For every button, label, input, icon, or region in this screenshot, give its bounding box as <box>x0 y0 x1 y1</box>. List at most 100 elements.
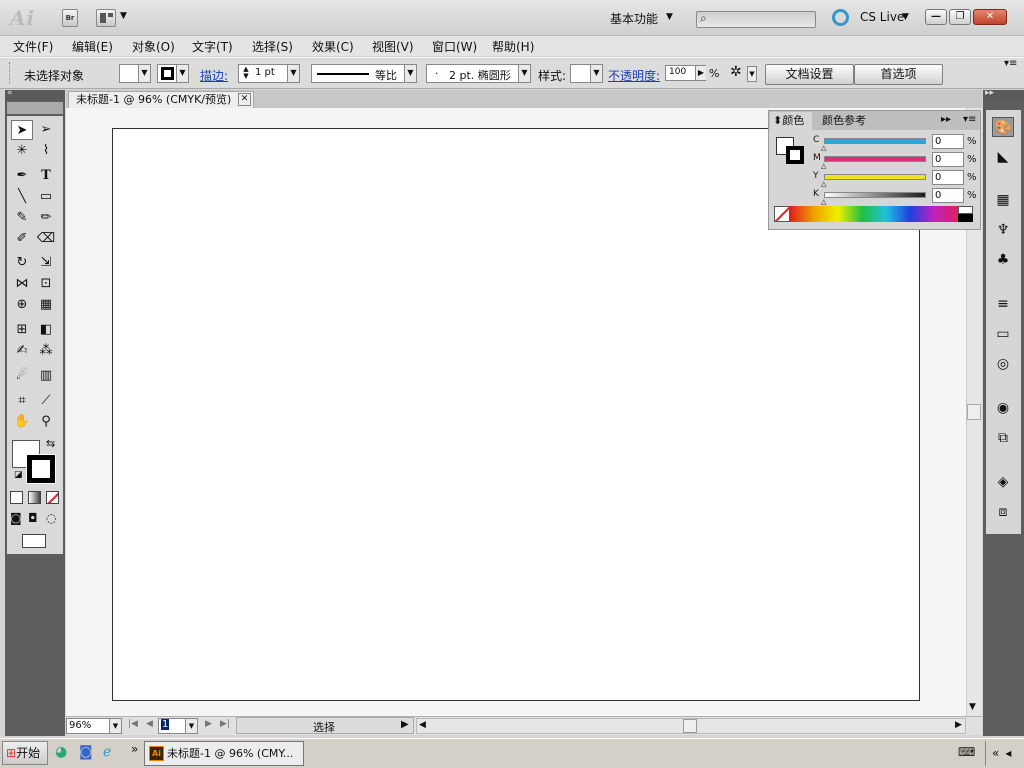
volume-icon[interactable]: ◂ <box>1005 746 1011 760</box>
slider-handle-icon[interactable]: △ <box>821 162 826 170</box>
direct-selection-tool-icon[interactable]: ➢ <box>35 120 57 140</box>
arrange-documents-button[interactable] <box>96 9 116 27</box>
expand-icon[interactable]: ▸▸ <box>985 88 994 98</box>
brush-definition-dropdown[interactable]: · 2 pt. 椭圆形 ▼ <box>426 64 531 83</box>
default-fill-stroke-icon[interactable]: ◪ <box>14 470 23 480</box>
color-mode-icon[interactable] <box>10 491 23 504</box>
menu-view[interactable]: 视图(V) <box>372 38 414 55</box>
free-transform-tool-icon[interactable]: ⊡ <box>35 274 57 294</box>
taskbar-illustrator-item[interactable]: Ai 未标题-1 @ 96% (CMY... <box>144 741 304 766</box>
pencil-tool-icon[interactable]: ✏ <box>35 208 57 228</box>
artboard-navigation-field[interactable]: 1 ▼ <box>158 718 198 734</box>
swatches-icon[interactable]: ▦ <box>992 190 1014 210</box>
gradient-mode-icon[interactable] <box>28 491 41 504</box>
draw-inside-icon[interactable]: ◌ <box>46 511 56 525</box>
zoom-tool-icon[interactable]: ⚲ <box>35 412 57 432</box>
horizontal-scroll-thumb[interactable] <box>683 719 697 733</box>
next-artboard-icon[interactable]: ▶ <box>205 719 212 729</box>
stroke-weight-field[interactable]: ▲ ▼ 1 pt ▼ <box>238 64 300 83</box>
mesh-tool-icon[interactable]: ⊞ <box>11 320 33 340</box>
stroke-label-link[interactable]: 描边: <box>200 67 228 84</box>
system-tray[interactable]: «◂ <box>985 741 1024 766</box>
draw-normal-icon[interactable]: ◙ <box>10 511 22 525</box>
slider-handle-icon[interactable]: △ <box>821 180 826 188</box>
draw-behind-icon[interactable]: ◘ <box>28 511 38 525</box>
width-tool-icon[interactable]: ⋈ <box>11 274 33 294</box>
last-artboard-icon[interactable]: ▶| <box>220 719 230 729</box>
stroke-swatch[interactable] <box>26 454 56 484</box>
menu-window[interactable]: 窗口(W) <box>432 38 477 55</box>
scroll-down-icon[interactable]: ▼ <box>969 702 976 712</box>
document-tab[interactable]: 未标题-1 @ 96% (CMYK/预览) <box>68 91 254 108</box>
magic-wand-tool-icon[interactable]: ✳ <box>11 141 33 161</box>
scroll-left-icon[interactable]: ◀ <box>419 720 426 730</box>
none-mode-icon[interactable] <box>46 491 59 504</box>
color-guide-icon[interactable]: ◣ <box>992 147 1014 167</box>
first-artboard-icon[interactable]: |◀ <box>128 719 138 729</box>
cyan-slider[interactable] <box>824 138 926 144</box>
chevron-down-icon[interactable]: ▼ <box>747 66 757 82</box>
swap-fill-stroke-icon[interactable]: ⇆ <box>46 437 55 450</box>
toolbox-grip[interactable] <box>7 102 63 114</box>
magenta-slider[interactable] <box>824 156 926 162</box>
pen-tool-icon[interactable]: ✒ <box>11 166 33 186</box>
screen-mode-icon[interactable] <box>22 534 46 548</box>
browser-icon[interactable]: ◕ <box>55 744 67 760</box>
dock-header[interactable]: ▸▸ <box>983 88 1024 100</box>
yellow-value-field[interactable]: 0 <box>932 170 964 185</box>
stepper-icon[interactable]: ▲ ▼ <box>240 66 252 81</box>
blob-brush-tool-icon[interactable]: ✐ <box>11 229 33 249</box>
column-graph-tool-icon[interactable]: ▥ <box>35 366 57 386</box>
blend-tool-icon[interactable]: ⁂ <box>35 341 57 361</box>
stroke-color-dropdown[interactable]: ▼ <box>157 64 189 83</box>
search-input[interactable] <box>696 11 816 28</box>
menu-help[interactable]: 帮助(H) <box>492 38 534 55</box>
tab-color-guide[interactable]: 颜色参考 <box>822 112 866 130</box>
artboard-tool-icon[interactable]: ⌗ <box>11 391 33 411</box>
explorer-icon[interactable]: ◙ <box>79 744 93 760</box>
gradient-icon[interactable]: ▭ <box>992 324 1014 344</box>
tab-color[interactable]: ⬍颜色 <box>770 112 812 130</box>
chevron-down-icon[interactable]: ▼ <box>902 12 909 22</box>
eyedropper-tool-icon[interactable]: ✍ <box>11 341 33 361</box>
symbols-icon[interactable]: ♣ <box>992 250 1014 270</box>
menu-type[interactable]: 文字(T) <box>192 38 233 55</box>
magenta-value-field[interactable]: 0 <box>932 152 964 167</box>
cyan-value-field[interactable]: 0 <box>932 134 964 149</box>
workspace-switcher[interactable]: 基本功能 <box>610 10 658 27</box>
scale-tool-icon[interactable]: ⇲ <box>35 253 57 273</box>
artboards-icon[interactable]: ⧈ <box>992 502 1014 522</box>
black-swatch[interactable] <box>958 214 973 222</box>
fill-color-dropdown[interactable]: ▼ <box>119 64 151 83</box>
document-setup-button[interactable]: 文档设置 <box>765 64 854 85</box>
panel-menu-icon[interactable]: ▾≡ <box>963 114 976 125</box>
cs-live-button[interactable]: CS Live <box>860 10 904 24</box>
scroll-right-icon[interactable]: ▶ <box>955 720 962 730</box>
black-slider[interactable] <box>824 192 926 198</box>
start-button[interactable]: ⊞开始 <box>2 741 48 765</box>
rotate-tool-icon[interactable]: ↻ <box>11 253 33 273</box>
opacity-label-link[interactable]: 不透明度: <box>608 67 660 84</box>
menu-effect[interactable]: 效果(C) <box>312 38 354 55</box>
black-value-field[interactable]: 0 <box>932 188 964 203</box>
restore-button[interactable]: ❐ <box>949 9 971 25</box>
close-icon[interactable]: ✕ <box>238 93 251 106</box>
grip-handle[interactable] <box>9 62 12 84</box>
variable-width-profile-dropdown[interactable]: 等比 ▼ <box>311 64 417 83</box>
menu-file[interactable]: 文件(F) <box>13 38 53 55</box>
lasso-tool-icon[interactable]: ⌇ <box>35 141 57 161</box>
quick-launch-chevron[interactable]: » <box>131 742 138 756</box>
internet-explorer-icon[interactable]: ℯ <box>103 744 111 760</box>
cs-live-icon[interactable] <box>832 9 849 26</box>
horizontal-scrollbar[interactable]: ◀ ▶ <box>416 718 966 734</box>
vertical-scroll-thumb[interactable] <box>967 404 981 420</box>
paintbrush-tool-icon[interactable]: ✎ <box>11 208 33 228</box>
graphic-style-dropdown[interactable]: ▼ <box>570 64 603 83</box>
previous-artboard-icon[interactable]: ◀ <box>146 719 153 729</box>
line-segment-tool-icon[interactable]: ╲ <box>11 187 33 207</box>
color-stroke-swatch[interactable] <box>786 146 804 164</box>
yellow-slider[interactable] <box>824 174 926 180</box>
none-color-swatch[interactable] <box>774 206 790 222</box>
white-swatch[interactable] <box>958 206 973 214</box>
symbol-sprayer-tool-icon[interactable]: ☄ <box>11 366 33 386</box>
